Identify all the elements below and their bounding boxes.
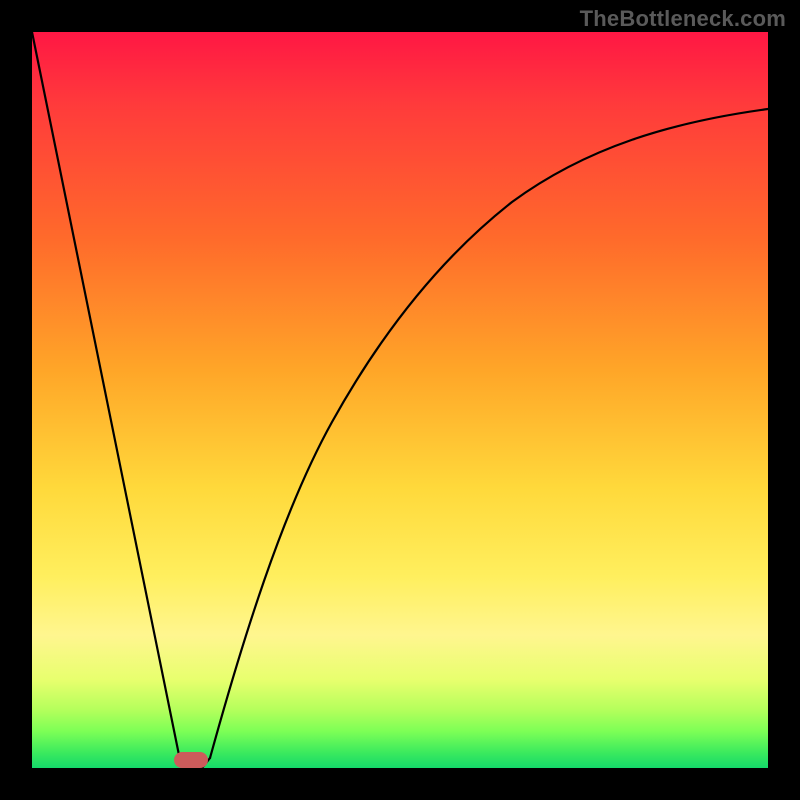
- watermark-text: TheBottleneck.com: [580, 6, 786, 32]
- chart-frame: TheBottleneck.com: [0, 0, 800, 800]
- curve-left-branch: [32, 32, 180, 760]
- optimum-marker: [174, 752, 208, 768]
- bottleneck-curve: [32, 32, 768, 768]
- plot-area: [32, 32, 768, 768]
- curve-right-branch: [210, 109, 768, 758]
